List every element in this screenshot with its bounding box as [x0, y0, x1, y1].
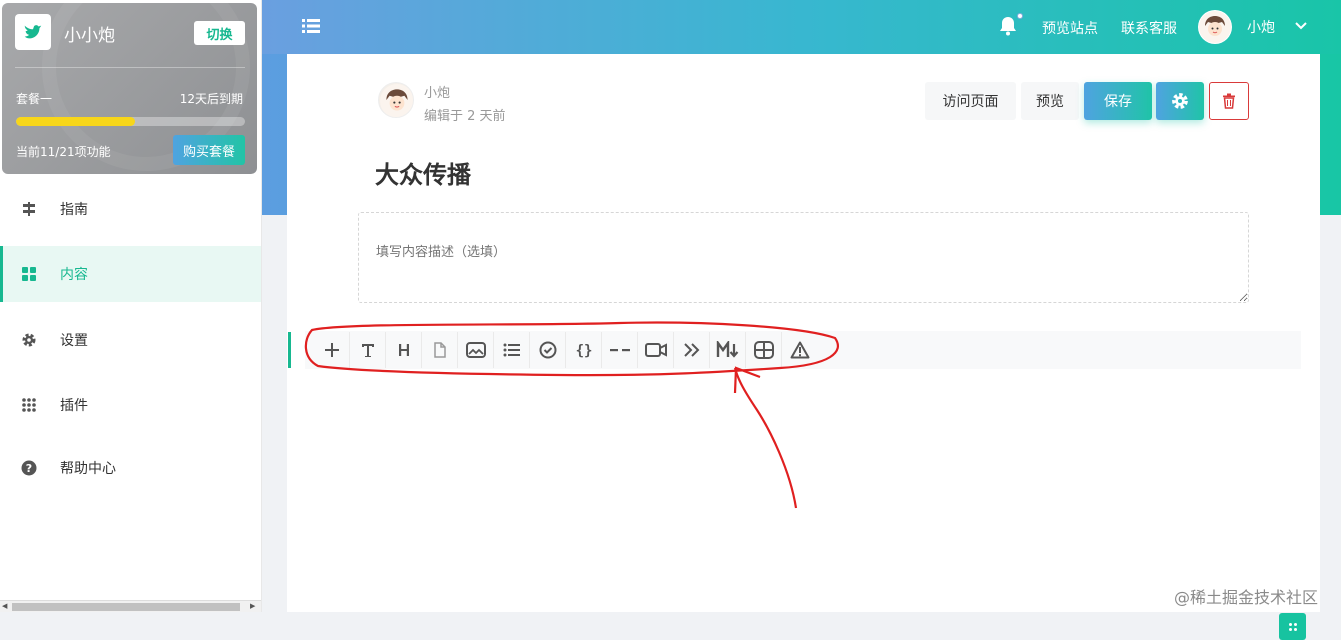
- block-indicator: [288, 332, 291, 368]
- save-button[interactable]: 保存: [1084, 82, 1152, 120]
- preview-site-link[interactable]: 预览站点: [1042, 18, 1098, 38]
- notification-dot: [1017, 13, 1023, 19]
- editor-card: 小炮 编辑于 2 天前 访问页面 预览 保存 大众传播 填写内容描述（选填） {…: [287, 54, 1320, 640]
- description-textarea[interactable]: [358, 212, 1249, 303]
- scroll-right-icon[interactable]: ▶: [250, 602, 255, 610]
- edit-timestamp: 编辑于 2 天前: [424, 109, 506, 124]
- sidebar-item-label: 指南: [60, 202, 88, 218]
- sidebar-item-label: 插件: [60, 398, 88, 414]
- scroll-left-icon[interactable]: ◀: [2, 602, 7, 610]
- plan-progress-bar: [16, 117, 245, 126]
- code-braces-icon: {}: [575, 343, 592, 358]
- sidebar-item-label: 内容: [60, 267, 88, 283]
- svg-text:?: ?: [26, 462, 32, 475]
- preview-button[interactable]: 预览: [1021, 82, 1079, 120]
- divider-icon: [609, 349, 630, 352]
- chevrons-right-icon: [683, 343, 699, 357]
- visit-page-button[interactable]: 访问页面: [925, 82, 1016, 120]
- bird-logo-icon: [24, 25, 42, 39]
- scrollbar-thumb[interactable]: [12, 603, 240, 611]
- block-toolbar: {}: [305, 331, 1306, 640]
- contact-support-link[interactable]: 联系客服: [1121, 18, 1177, 38]
- plan-divider: [15, 67, 245, 68]
- site-logo: [15, 14, 51, 50]
- sidebar-item-plugins[interactable]: 插件: [0, 377, 261, 433]
- sidebar-item-content[interactable]: 内容: [0, 246, 261, 302]
- toolbar-quote-button[interactable]: [674, 332, 710, 368]
- image-icon: [465, 342, 486, 358]
- site-name: 小小炮: [64, 26, 115, 46]
- toolbar-image-button[interactable]: [458, 332, 494, 368]
- sidebar-item-guide[interactable]: 指南: [0, 181, 261, 237]
- file-icon: [433, 342, 446, 358]
- block-menu-button[interactable]: [1279, 613, 1306, 640]
- toolbar-todo-button[interactable]: [530, 332, 566, 368]
- sidebar-horizontal-scrollbar[interactable]: ◀ ▶: [0, 600, 261, 612]
- text-icon: [361, 344, 374, 357]
- table-icon: [753, 341, 774, 359]
- signpost-icon: [19, 201, 39, 217]
- heading-icon: [398, 344, 409, 356]
- toolbar-file-button[interactable]: [422, 332, 458, 368]
- svg-text:{}: {}: [575, 343, 592, 358]
- plan-usage: 当前11/21项功能: [16, 145, 111, 159]
- sidebar-item-settings[interactable]: 设置: [0, 312, 261, 368]
- toolbar-text-button[interactable]: [350, 332, 386, 368]
- sidebar-item-help[interactable]: ? 帮助中心: [0, 440, 261, 496]
- sidebar-item-label: 帮助中心: [60, 461, 116, 477]
- dots-grid-icon: [19, 397, 39, 413]
- chevron-down-icon[interactable]: [1294, 19, 1308, 33]
- switch-site-button[interactable]: 切换: [194, 21, 245, 45]
- page-title[interactable]: 大众传播: [375, 155, 471, 190]
- plan-expire: 12天后到期: [179, 92, 243, 106]
- toolbar-video-button[interactable]: [638, 332, 674, 368]
- plan-name: 套餐一: [16, 92, 53, 106]
- delete-button[interactable]: [1209, 82, 1249, 120]
- sidebar: 小小炮 切换 套餐一 12天后到期 当前11/21项功能 购买套餐 指南 内容 …: [0, 0, 262, 612]
- toolbar-code-button[interactable]: {}: [566, 332, 602, 368]
- gear-icon: [1172, 93, 1188, 109]
- trash-icon: [1223, 93, 1235, 109]
- dots-grid-icon: [1288, 622, 1297, 631]
- author-avatar: [378, 82, 414, 118]
- user-avatar[interactable]: [1198, 10, 1232, 44]
- menu-toggle-icon[interactable]: [302, 17, 320, 35]
- buy-plan-button[interactable]: 购买套餐: [173, 135, 245, 165]
- toolbar-alert-button[interactable]: [782, 332, 818, 368]
- markdown-icon: [716, 341, 738, 358]
- toolbar-list-button[interactable]: [494, 332, 530, 368]
- toolbar-heading-button[interactable]: [386, 332, 422, 368]
- toolbar-divider-button[interactable]: [602, 332, 638, 368]
- author-name: 小炮: [424, 86, 451, 101]
- toolbar-add-button[interactable]: [314, 332, 350, 368]
- help-circle-icon: ?: [19, 460, 39, 476]
- warning-icon: [790, 341, 810, 359]
- settings-button[interactable]: [1156, 82, 1204, 120]
- top-header: 预览站点 联系客服 小炮: [262, 0, 1341, 54]
- header-username[interactable]: 小炮: [1247, 17, 1275, 37]
- list-icon: [503, 343, 520, 357]
- toolbar-markdown-button[interactable]: [710, 332, 746, 368]
- video-icon: [644, 343, 667, 357]
- check-circle-icon: [539, 341, 556, 359]
- toolbar-table-button[interactable]: [746, 332, 782, 368]
- watermark: @稀土掘金技术社区: [1174, 588, 1319, 607]
- notification-bell-icon[interactable]: [999, 16, 1017, 36]
- plan-card: 小小炮 切换 套餐一 12天后到期 当前11/21项功能 购买套餐: [2, 3, 257, 174]
- plan-progress-fill: [16, 117, 136, 126]
- sidebar-item-label: 设置: [60, 333, 88, 349]
- gear-icon: [19, 332, 39, 348]
- grid-icon: [19, 266, 39, 282]
- plus-icon: [324, 343, 339, 357]
